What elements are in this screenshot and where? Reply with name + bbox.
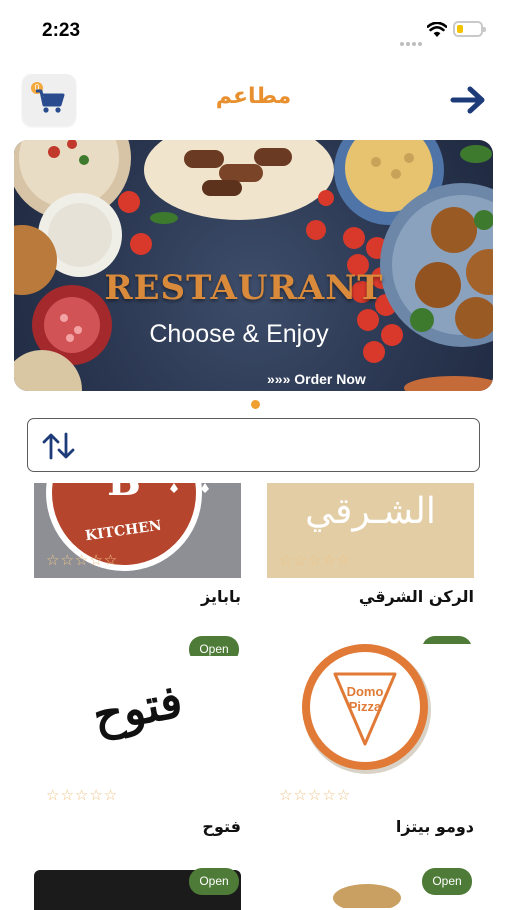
carousel-indicator-dot[interactable] (251, 400, 260, 409)
restaurant-name: فتوح (202, 817, 241, 836)
restaurant-card[interactable]: Open (267, 868, 474, 908)
sort-filter-bar[interactable] (27, 418, 480, 472)
page-title: مطاعم (215, 84, 292, 109)
promo-banner[interactable]: RESTAURANT Choose & Enjoy »»» Order Now (14, 140, 493, 391)
restaurant-card[interactable]: الشـرقي ☆☆☆☆☆ الركن الشرقي (267, 483, 474, 623)
signal-icon (400, 31, 424, 50)
open-status-badge: Open (189, 868, 239, 895)
restaurant-card[interactable]: Open Domo Pizza ☆☆☆☆☆ دومو بيتزا (267, 636, 474, 846)
restaurant-logo: فتوح (34, 656, 241, 786)
logo-text: الشـرقي (305, 491, 436, 532)
banner-food-illustration (14, 140, 493, 391)
svg-text:B: B (107, 483, 141, 505)
rating-stars: ☆☆☆☆☆ (46, 786, 119, 804)
restaurant-card[interactable]: Open فتوح ☆☆☆☆☆ فتوح (34, 636, 241, 846)
restaurant-logo: Domo Pizza (267, 644, 474, 782)
restaurant-name: دومو بيتزا (395, 817, 474, 836)
svg-text:Domo: Domo (347, 684, 384, 699)
sort-arrows-icon[interactable] (41, 432, 77, 460)
rating-stars: ☆☆☆☆☆ (279, 551, 352, 569)
svg-text:Pizza: Pizza (349, 699, 382, 714)
order-now-link[interactable]: »»» Order Now (267, 371, 366, 387)
banner-headline: RESTAURANT (104, 268, 384, 308)
battery-icon (453, 21, 486, 37)
open-status-badge: Open (422, 868, 472, 895)
restaurant-card[interactable]: Open (34, 868, 241, 910)
arrow-right-icon (450, 86, 485, 114)
restaurant-card[interactable]: B KITCHEN ☆☆☆☆☆ بابايز (34, 483, 241, 623)
banner-tagline: Choose & Enjoy (149, 320, 329, 348)
logo-text: فتوح (88, 673, 187, 743)
rating-stars: ☆☆☆☆☆ (46, 551, 119, 569)
status-bar: 2:23 (0, 0, 507, 60)
restaurant-name: بابايز (201, 587, 241, 606)
back-button[interactable] (450, 84, 488, 120)
restaurant-name: الركن الشرقي (358, 587, 474, 606)
status-time: 2:23 (42, 20, 81, 41)
rating-stars: ☆☆☆☆☆ (279, 786, 352, 804)
wifi-icon (426, 21, 448, 42)
